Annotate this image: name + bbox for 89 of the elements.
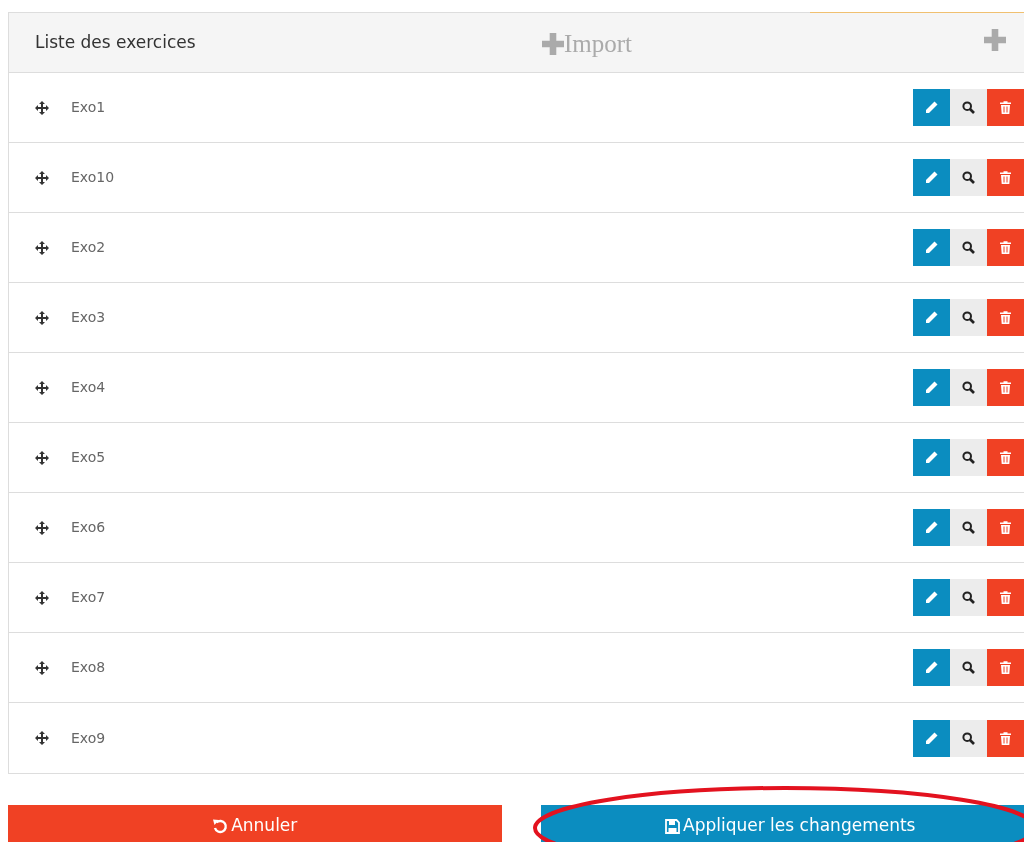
view-button[interactable]: [950, 509, 987, 546]
pencil-icon: [925, 101, 938, 114]
import-button[interactable]: Import: [542, 25, 633, 63]
move-icon[interactable]: [35, 660, 49, 675]
view-button[interactable]: [950, 439, 987, 476]
search-icon: [962, 241, 975, 254]
delete-button[interactable]: [987, 649, 1024, 686]
cancel-button[interactable]: Annuler: [8, 805, 502, 842]
move-icon[interactable]: [35, 310, 49, 325]
edit-button[interactable]: [913, 719, 950, 757]
search-icon: [962, 311, 975, 324]
trash-icon: [1000, 311, 1011, 324]
move-icon[interactable]: [35, 731, 49, 745]
exercise-name: Exo2: [71, 238, 106, 257]
edit-button[interactable]: [913, 649, 950, 686]
exercise-name: Exo3: [71, 308, 106, 327]
edit-button[interactable]: [913, 159, 950, 196]
delete-button[interactable]: [987, 299, 1024, 336]
pencil-icon: [925, 591, 938, 604]
pencil-icon: [925, 311, 938, 324]
exercise-name: Exo4: [71, 378, 106, 397]
view-button[interactable]: [950, 299, 987, 336]
trash-icon: [1000, 241, 1011, 254]
edit-button[interactable]: [913, 299, 950, 336]
delete-button[interactable]: [987, 719, 1024, 757]
view-button[interactable]: [950, 159, 987, 196]
search-icon: [962, 101, 975, 114]
delete-button[interactable]: [987, 509, 1024, 546]
exercise-name: Exo5: [71, 448, 106, 467]
edit-button[interactable]: [913, 89, 950, 126]
view-button[interactable]: [950, 89, 987, 126]
trash-icon: [1000, 101, 1011, 114]
search-icon: [962, 171, 975, 184]
delete-button[interactable]: [987, 369, 1024, 406]
move-icon[interactable]: [35, 100, 49, 115]
pencil-icon: [925, 171, 938, 184]
search-icon: [962, 451, 975, 464]
edit-button[interactable]: [913, 439, 950, 476]
exercise-name: Exo8: [71, 658, 106, 677]
delete-button[interactable]: [987, 579, 1024, 616]
edit-button[interactable]: [913, 579, 950, 616]
undo-icon: [212, 818, 229, 834]
exercise-name: Exo10: [71, 168, 115, 187]
save-icon: [665, 818, 681, 834]
delete-button[interactable]: [987, 159, 1024, 196]
move-icon[interactable]: [35, 170, 49, 185]
trash-icon: [1000, 521, 1011, 534]
trash-icon: [1000, 731, 1011, 745]
move-icon[interactable]: [35, 520, 49, 535]
view-button[interactable]: [950, 369, 987, 406]
search-icon: [962, 661, 975, 674]
add-button[interactable]: [984, 29, 1006, 51]
move-icon[interactable]: [35, 590, 49, 605]
pencil-icon: [925, 661, 938, 674]
exercise-name: Exo7: [71, 588, 106, 607]
delete-button[interactable]: [987, 229, 1024, 266]
move-icon[interactable]: [35, 240, 49, 255]
trash-icon: [1000, 171, 1011, 184]
search-icon: [962, 521, 975, 534]
exercise-name: Exo9: [71, 728, 106, 748]
view-button[interactable]: [950, 649, 987, 686]
search-icon: [962, 381, 975, 394]
search-icon: [962, 591, 975, 604]
move-icon[interactable]: [35, 450, 49, 465]
view-button[interactable]: [950, 719, 987, 757]
move-icon[interactable]: [35, 380, 49, 395]
panel-title: Liste des exercices: [35, 30, 196, 54]
delete-button[interactable]: [987, 439, 1024, 476]
view-button[interactable]: [950, 579, 987, 616]
edit-button[interactable]: [913, 229, 950, 266]
trash-icon: [1000, 591, 1011, 604]
pencil-icon: [925, 241, 938, 254]
pencil-icon: [925, 381, 938, 394]
pencil-icon: [925, 451, 938, 464]
plus-icon: [984, 29, 1006, 51]
trash-icon: [1000, 661, 1011, 674]
view-button[interactable]: [950, 229, 987, 266]
trash-icon: [1000, 381, 1011, 394]
edit-button[interactable]: [913, 369, 950, 406]
plus-icon: [542, 32, 564, 55]
edit-button[interactable]: [913, 509, 950, 546]
delete-button[interactable]: [987, 89, 1024, 126]
exercise-name: Exo1: [71, 98, 106, 117]
apply-button[interactable]: Appliquer les changements: [540, 805, 1024, 842]
trash-icon: [1000, 451, 1011, 464]
exercise-name: Exo6: [71, 518, 106, 537]
pencil-icon: [925, 731, 938, 745]
pencil-icon: [925, 521, 938, 534]
search-icon: [962, 731, 975, 745]
